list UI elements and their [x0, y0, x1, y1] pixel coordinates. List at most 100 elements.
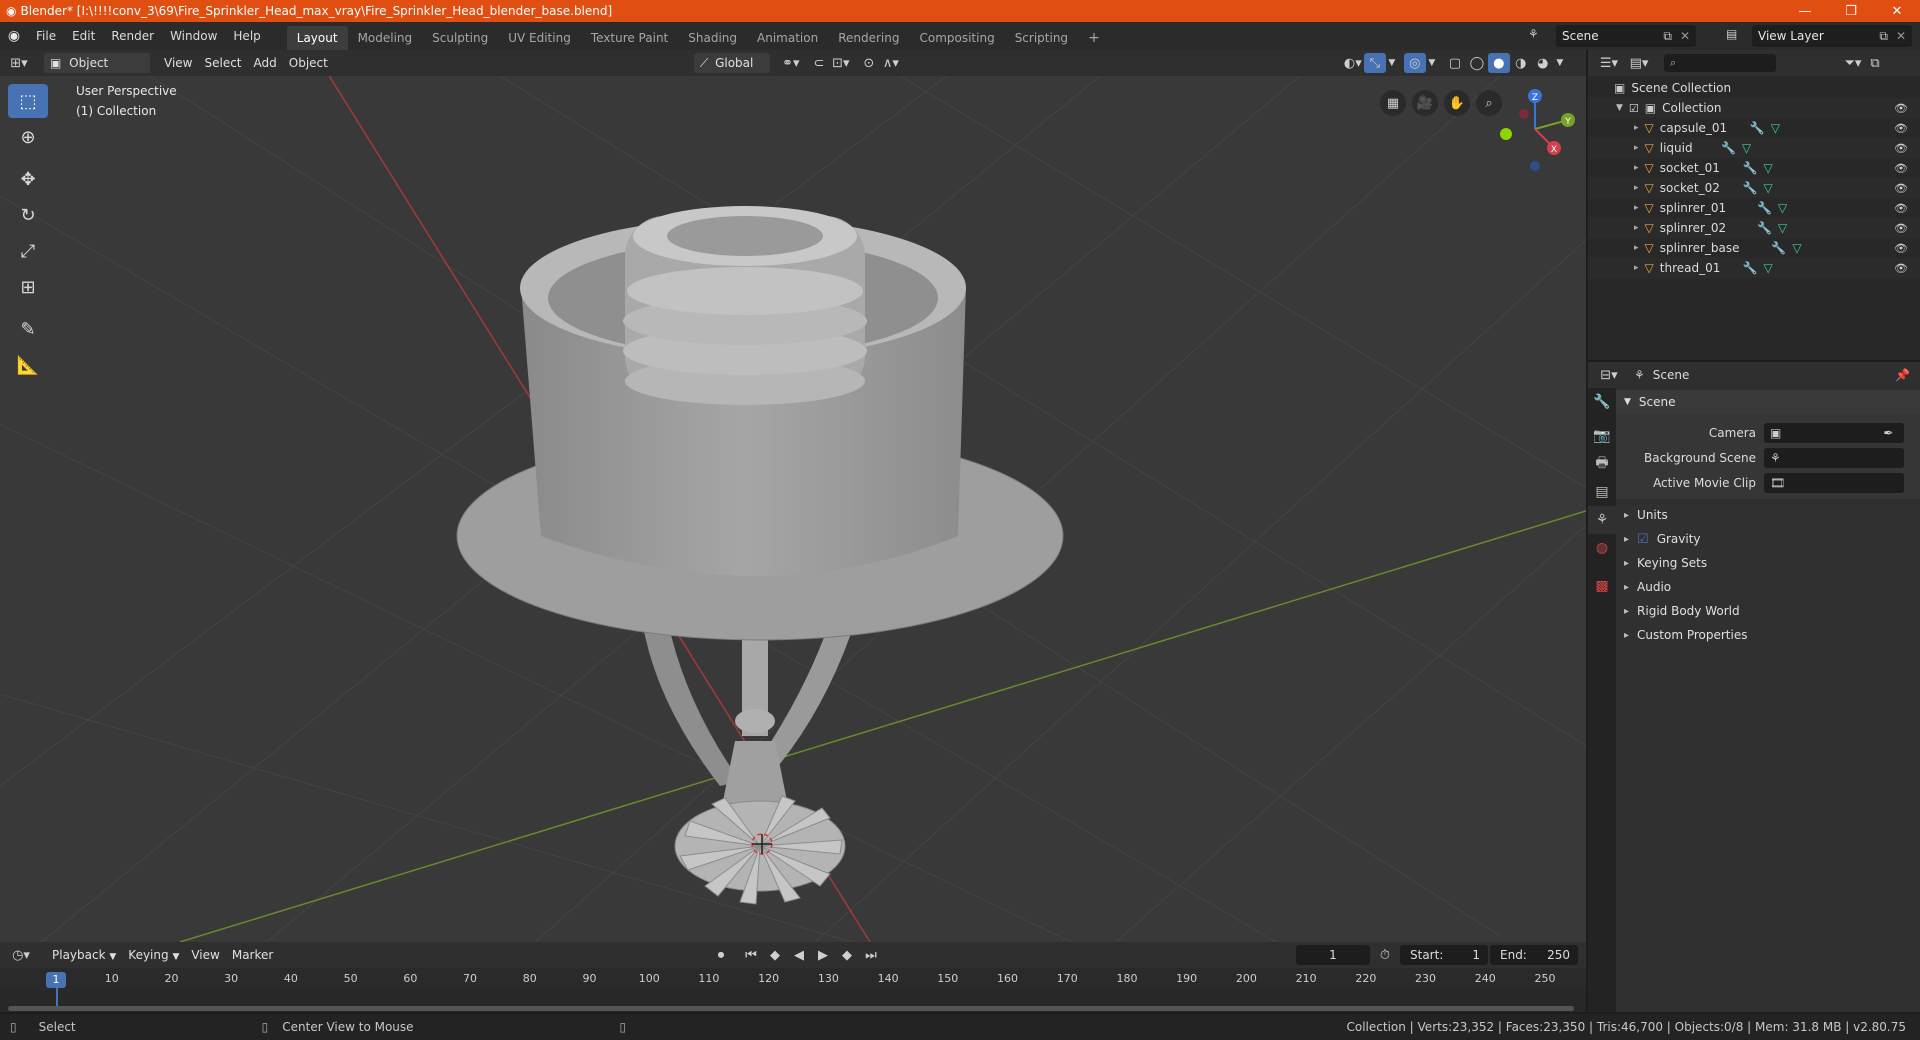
expand-arrow-icon[interactable]: ▸ [1634, 223, 1639, 233]
mesh-data-icon[interactable]: ▽ [1764, 181, 1773, 195]
restore-button[interactable]: ❐ [1828, 0, 1874, 22]
outliner-row-object[interactable]: ▸ ▽ splinrer_base 🔧 ▽ 👁 [1588, 238, 1920, 258]
timeline-menu-marker[interactable]: Marker [226, 945, 279, 965]
overlays-toggle-icon[interactable]: ◎ [1403, 53, 1426, 73]
tab-scripting[interactable]: Scripting [1005, 26, 1078, 50]
outliner-row-scene-collection[interactable]: ▣ Scene Collection [1588, 78, 1920, 98]
falloff-icon[interactable]: ∧▾ [880, 53, 902, 73]
world-tab-icon[interactable]: ◍ [1588, 534, 1616, 562]
modifier-icon[interactable]: 🔧 [1743, 161, 1758, 175]
timeline-menu-playback[interactable]: Playback ▼ [46, 945, 122, 965]
modifier-icon[interactable]: 🔧 [1743, 261, 1758, 275]
eye-icon[interactable]: 👁 [1894, 122, 1908, 135]
outliner-row-object[interactable]: ▸ ▽ capsule_01 🔧 ▽ 👁 [1588, 118, 1920, 138]
menu-edit[interactable]: Edit [64, 25, 103, 47]
pan-hand-icon[interactable]: ✋ [1444, 90, 1470, 116]
transform-tool-icon[interactable]: ⊞ [8, 270, 48, 304]
timeline-menu-keying[interactable]: Keying ▼ [122, 945, 185, 965]
expand-arrow-icon[interactable]: ▼ [1616, 103, 1623, 113]
output-tab-icon[interactable]: 🖶 [1588, 450, 1616, 478]
navigation-gizmo[interactable]: Z Y X [1490, 84, 1580, 174]
eye-icon[interactable]: 👁 [1894, 202, 1908, 215]
filter-icon[interactable]: ⏷▾ [1842, 53, 1864, 73]
menu-window[interactable]: Window [162, 25, 225, 47]
new-scene-icon[interactable]: ⧉ [1663, 29, 1672, 44]
outliner-editor-icon[interactable]: ☰▾ [1598, 53, 1620, 73]
display-mode-icon[interactable]: ▤▾ [1628, 53, 1650, 73]
jump-keyframe-forward-icon[interactable]: ◆ [836, 945, 858, 965]
eye-icon[interactable]: 👁 [1894, 222, 1908, 235]
subpanel-header[interactable]: ▸ ☑ Gravity [1616, 527, 1920, 551]
mesh-data-icon[interactable]: ▽ [1778, 221, 1787, 235]
pin-icon[interactable]: 📌 [1895, 368, 1910, 382]
eye-icon[interactable]: 👁 [1894, 242, 1908, 255]
snap-target-icon[interactable]: ⊡▾ [830, 53, 852, 73]
chevron-down-icon[interactable]: ▼ [1554, 53, 1566, 73]
3d-viewport[interactable]: ⬚ ⊕ ✥ ↻ ⤢ ⊞ ✎ 📐 User Perspective (1) Col… [0, 76, 1586, 942]
view-layer-icon[interactable]: ▤ [1726, 27, 1737, 41]
clock-icon[interactable]: ⏱ [1374, 945, 1396, 965]
solid-shading-icon[interactable]: ● [1487, 53, 1510, 73]
timeline-menu-view[interactable]: View [185, 945, 225, 965]
timeline-scrollbar[interactable] [8, 1006, 1574, 1011]
scene-selector[interactable]: Scene ⧉ ✕ [1556, 25, 1696, 47]
minimize-button[interactable]: — [1782, 0, 1828, 22]
viewport-menu-view[interactable]: View [158, 53, 198, 73]
new-view-layer-icon[interactable]: ⧉ [1879, 29, 1888, 44]
modifier-icon[interactable]: 🔧 [1771, 241, 1786, 255]
eye-icon[interactable]: 👁 [1894, 162, 1908, 175]
outliner-row-object[interactable]: ▸ ▽ splinrer_01 🔧 ▽ 👁 [1588, 198, 1920, 218]
menu-render[interactable]: Render [103, 25, 162, 47]
tab-uv-editing[interactable]: UV Editing [498, 26, 581, 50]
eye-icon[interactable]: 👁 [1894, 262, 1908, 275]
material-shading-icon[interactable]: ◑ [1510, 53, 1532, 73]
scene-panel-header[interactable]: ▼ Scene [1616, 390, 1920, 414]
camera-field[interactable]: ▣ ✒ [1764, 422, 1904, 443]
outliner-row-collection[interactable]: ▼ ☑ ▣ Collection 👁 [1588, 98, 1920, 118]
gravity-checkbox[interactable]: ☑ [1637, 532, 1649, 547]
eye-icon[interactable]: 👁 [1894, 142, 1908, 155]
expand-arrow-icon[interactable]: ▸ [1634, 123, 1639, 133]
mesh-data-icon[interactable]: ▽ [1771, 121, 1780, 135]
subpanel-header[interactable]: ▸ Keying Sets [1616, 551, 1920, 575]
move-tool-icon[interactable]: ✥ [8, 162, 48, 196]
outliner-row-object[interactable]: ▸ ▽ socket_02 🔧 ▽ 👁 [1588, 178, 1920, 198]
timeline-editor-icon[interactable]: ◷▾ [10, 945, 32, 965]
modifier-icon[interactable]: 🔧 [1757, 201, 1772, 215]
modifier-icon[interactable]: 🔧 [1757, 221, 1772, 235]
gizmo-toggle-icon[interactable]: ⤡ [1363, 53, 1386, 73]
tab-compositing[interactable]: Compositing [909, 26, 1004, 50]
menu-file[interactable]: File [28, 25, 64, 47]
timeline-body[interactable]: 10 20 30 40 50 60 70 80 90 100 110 120 130 140 150 160 1… [0, 968, 1586, 1012]
annotate-tool-icon[interactable]: ✎ [8, 312, 48, 346]
end-frame-field[interactable]: End: 250 [1490, 945, 1578, 965]
expand-arrow-icon[interactable]: ▸ [1634, 183, 1639, 193]
tab-layout[interactable]: Layout [286, 26, 348, 50]
playhead[interactable]: 1 [46, 972, 66, 988]
render-tab-icon[interactable]: 📷 [1588, 422, 1616, 450]
jump-start-icon[interactable]: ⏮ [740, 945, 762, 965]
scene-type-icon[interactable]: ⚘ [1528, 27, 1539, 41]
view-layer-selector[interactable]: View Layer ⧉ ✕ [1752, 25, 1912, 47]
view-layer-tab-icon[interactable]: ▤ [1588, 478, 1616, 506]
measure-tool-icon[interactable]: 📐 [8, 348, 48, 382]
tab-shading[interactable]: Shading [678, 26, 747, 50]
outliner-row-object[interactable]: ▸ ▽ splinrer_02 🔧 ▽ 👁 [1588, 218, 1920, 238]
select-box-tool-icon[interactable]: ⬚ [8, 84, 48, 118]
remove-scene-icon[interactable]: ✕ [1680, 29, 1690, 43]
rotate-tool-icon[interactable]: ↻ [8, 198, 48, 232]
chevron-down-icon[interactable]: ▼ [1386, 53, 1398, 73]
modifier-icon[interactable]: 🔧 [1721, 141, 1736, 155]
checkbox-icon[interactable]: ☑ [1629, 102, 1639, 115]
blender-menu-icon[interactable]: ◉ [0, 28, 28, 44]
menu-help[interactable]: Help [225, 25, 268, 47]
xray-icon[interactable]: ▢ [1444, 53, 1466, 73]
active-movie-clip-field[interactable]: 🎞 [1764, 472, 1904, 493]
scale-tool-icon[interactable]: ⤢ [8, 234, 48, 268]
mesh-data-icon[interactable]: ▽ [1778, 201, 1787, 215]
properties-editor-icon[interactable]: ⊟▾ [1598, 365, 1620, 385]
expand-arrow-icon[interactable]: ▸ [1634, 203, 1639, 213]
modifier-icon[interactable]: 🔧 [1743, 181, 1758, 195]
viewport-menu-select[interactable]: Select [198, 53, 247, 73]
snap-icon[interactable]: ⊂ [808, 53, 830, 73]
